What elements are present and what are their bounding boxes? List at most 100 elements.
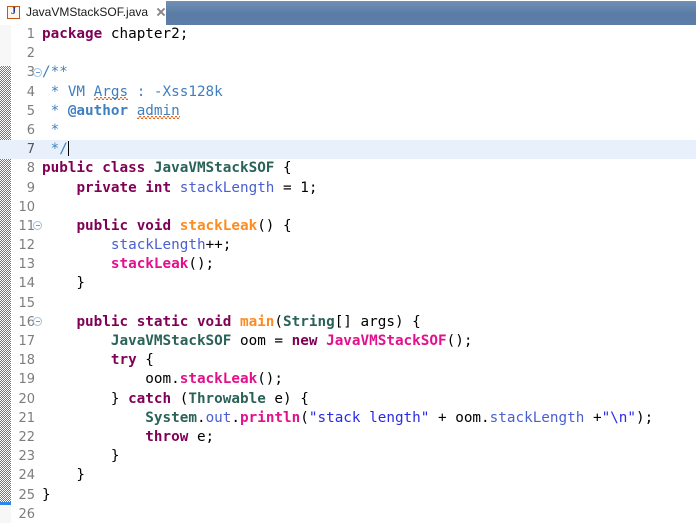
line-number: 1 [11, 25, 35, 44]
code-token [42, 218, 76, 234]
code-token: throw [145, 429, 188, 445]
line-number: 13 [11, 255, 35, 274]
editor-tab-javavmstacksof[interactable]: J JavaVMStackSOF.java [0, 0, 166, 25]
code-token: main [240, 314, 274, 330]
code-text[interactable]: */ [42, 140, 69, 159]
line-number: 12 [11, 236, 35, 255]
code-text[interactable]: } [42, 466, 85, 485]
line-number: 16 [11, 313, 35, 332]
code-token: public void [76, 218, 179, 234]
line-number: 22 [11, 428, 35, 447]
code-line[interactable]: 15 [0, 294, 696, 313]
code-line[interactable]: 25} [0, 486, 696, 505]
code-token: } [42, 275, 85, 291]
code-token: . [231, 410, 240, 426]
code-token: (); [257, 371, 283, 387]
code-line[interactable]: 23 } [0, 447, 696, 466]
line-number: 4 [11, 83, 35, 102]
code-token: { [137, 352, 154, 368]
code-token: Args [94, 84, 128, 101]
code-line[interactable]: 12 stackLength++; [0, 236, 696, 255]
code-token: chapter2; [102, 26, 188, 42]
code-token [42, 314, 76, 330]
code-token: } [42, 448, 119, 464]
code-text[interactable]: package chapter2; [42, 25, 188, 44]
code-token: stackLength [490, 410, 585, 426]
code-line[interactable]: 20 } catch (Throwable e) { [0, 390, 696, 409]
code-token: + oom. [429, 410, 489, 426]
code-text[interactable]: public class JavaVMStackSOF { [42, 159, 292, 178]
code-token: public static void [76, 314, 240, 330]
code-token [42, 180, 76, 196]
code-lines[interactable]: 1package chapter2;23/**4 * VM Args : -Xs… [0, 25, 696, 523]
code-token: admin [137, 103, 180, 120]
code-text[interactable]: } [42, 274, 85, 293]
code-line[interactable]: 7 */ [0, 140, 696, 159]
code-token: e) { [266, 391, 309, 407]
code-token [42, 333, 111, 349]
code-text[interactable]: stackLength++; [42, 236, 231, 255]
code-token: ); [636, 410, 653, 426]
code-text[interactable]: stackLeak(); [42, 255, 214, 274]
line-number: 5 [11, 102, 35, 121]
code-line[interactable]: 11 public void stackLeak() { [0, 217, 696, 236]
code-line[interactable]: 1 package chapter2; [0, 25, 696, 44]
code-line[interactable]: 18 try { [0, 351, 696, 370]
code-token: "\n" [602, 410, 636, 426]
code-token: stackLeak [180, 218, 257, 234]
code-line[interactable]: 21 System.out.println("stack length" + o… [0, 409, 696, 428]
line-number: 6 [11, 121, 35, 140]
code-line[interactable]: 13 stackLeak(); [0, 255, 696, 274]
code-line[interactable]: 9 private int stackLength = 1; [0, 179, 696, 198]
code-text[interactable]: JavaVMStackSOF oom = new JavaVMStackSOF(… [42, 332, 472, 351]
code-text[interactable]: public static void main(String[] args) { [42, 313, 421, 332]
code-token [128, 103, 137, 119]
eclipse-editor-window: J JavaVMStackSOF.java 1 package chapter2;… [0, 0, 696, 523]
code-line[interactable]: 16 public static void main(String[] args… [0, 313, 696, 332]
code-text[interactable]: * VM Args : -Xss128k [42, 83, 223, 102]
code-line[interactable]: 22 throw e; [0, 428, 696, 447]
code-line[interactable]: 4 * VM Args : -Xss128k [0, 83, 696, 102]
code-token: stackLeak [111, 256, 188, 272]
code-text[interactable]: try { [42, 351, 154, 370]
code-token: ++; [206, 237, 232, 253]
line-number: 9 [11, 179, 35, 198]
code-text[interactable]: } [42, 486, 51, 505]
code-text[interactable]: System.out.println("stack length" + oom.… [42, 409, 653, 428]
code-line[interactable]: 5 * @author admin [0, 102, 696, 121]
code-token: } [42, 467, 85, 483]
code-token: try [111, 352, 137, 368]
code-token: = 1; [274, 180, 317, 196]
code-line[interactable]: 14 } [0, 274, 696, 293]
code-text[interactable]: private int stackLength = 1; [42, 179, 317, 198]
code-text[interactable]: /** [42, 63, 68, 82]
code-line[interactable]: 10 [0, 198, 696, 217]
code-editor[interactable]: 1package chapter2;23/**4 * VM Args : -Xs… [0, 25, 696, 523]
text-caret [68, 141, 69, 156]
java-file-icon: J [7, 6, 20, 19]
code-text[interactable]: throw e; [42, 428, 214, 447]
code-token: [] args) { [335, 314, 421, 330]
code-text[interactable]: } [42, 447, 119, 466]
code-token: println [240, 410, 300, 426]
close-icon[interactable] [155, 6, 167, 18]
line-number: 24 [11, 466, 35, 485]
code-text[interactable]: * @author admin [42, 102, 180, 121]
code-text[interactable]: } catch (Throwable e) { [42, 390, 309, 409]
code-line[interactable]: 26 [0, 505, 696, 523]
line-number: 3 [11, 63, 35, 82]
code-line[interactable]: 6 * [0, 121, 696, 140]
code-token [42, 410, 145, 426]
code-token: } [42, 487, 51, 503]
code-line[interactable]: 3 /** [0, 63, 696, 82]
code-line[interactable]: 24 } [0, 466, 696, 485]
code-token: . [197, 410, 206, 426]
code-line[interactable]: 19 oom.stackLeak(); [0, 370, 696, 389]
code-line[interactable]: 8public class JavaVMStackSOF { [0, 159, 696, 178]
code-line[interactable]: 2 [0, 44, 696, 63]
code-token: oom. [42, 371, 180, 387]
code-text[interactable]: public void stackLeak() { [42, 217, 292, 236]
code-text[interactable]: * [42, 121, 59, 140]
code-text[interactable]: oom.stackLeak(); [42, 370, 283, 389]
code-line[interactable]: 17 JavaVMStackSOF oom = new JavaVMStackS… [0, 332, 696, 351]
